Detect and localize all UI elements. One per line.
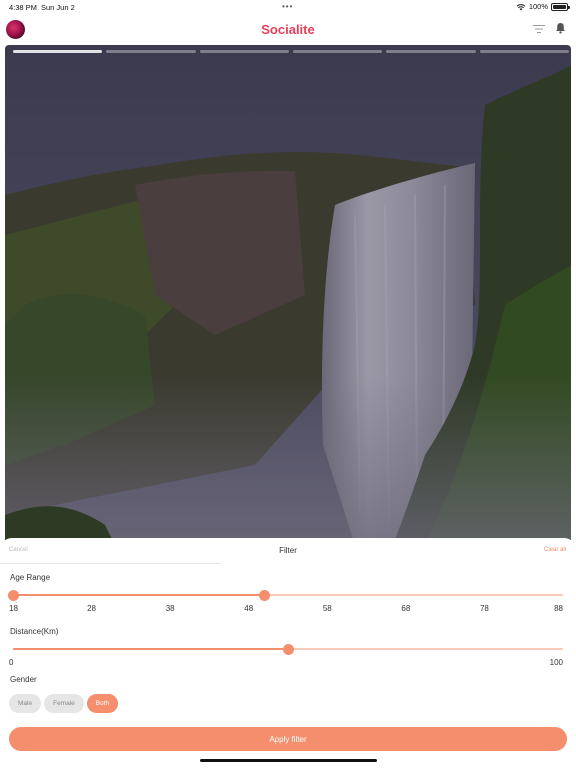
gender-options: Male Female Both (9, 694, 119, 713)
wifi-icon (516, 3, 526, 10)
nav-bar: Socialite (0, 14, 576, 44)
status-bar: 4:38 PM Sun Jun 2 ••• 100% (0, 0, 576, 14)
distance-slider-fill (13, 648, 288, 650)
status-date: Sun Jun 2 (41, 3, 75, 12)
battery-percent: 100% (528, 2, 548, 11)
age-tick-labels: 18 28 38 48 58 68 78 88 (9, 604, 563, 614)
story-progress-segment (479, 50, 569, 53)
status-time: 4:38 PM (9, 3, 37, 12)
age-tick-label: 58 (322, 604, 332, 613)
story-progress-segment (292, 50, 383, 53)
home-indicator (200, 759, 377, 762)
story-progress-segment (199, 50, 289, 53)
age-range-label: Age Range (10, 573, 51, 582)
gender-chip-female[interactable]: Female (44, 694, 84, 713)
age-range-slider[interactable] (8, 589, 563, 601)
story-progress (13, 50, 569, 53)
age-tick-label: 88 (554, 604, 563, 613)
age-tick-label: 68 (401, 604, 411, 613)
bell-icon[interactable] (555, 22, 566, 34)
clear-all-button[interactable]: Clear all (544, 547, 566, 553)
gender-chip-both[interactable]: Both (86, 694, 119, 713)
distance-max-label: 100 (549, 658, 563, 667)
age-tick-label: 38 (165, 604, 175, 613)
distance-min-label: 0 (9, 658, 14, 667)
apply-filter-button[interactable]: Apply filter (9, 727, 567, 751)
distance-handle[interactable] (283, 644, 294, 655)
filter-sheet: Cancel Filter Clear all Age Range 18 28 38… (0, 538, 576, 768)
story-image[interactable] (5, 45, 571, 565)
sheet-title: Filter (279, 546, 297, 555)
age-max-handle[interactable] (259, 590, 271, 601)
age-tick-label: 28 (87, 604, 97, 613)
age-tick-label: 78 (479, 604, 489, 613)
app-title: Socialite (261, 22, 315, 37)
multitasking-dots[interactable]: ••• (282, 2, 293, 11)
story-progress-segment (13, 50, 103, 53)
status-indicators: 100% (516, 2, 570, 11)
waterfall-photo (5, 45, 571, 565)
age-slider-fill (13, 594, 265, 596)
story-progress-segment (386, 50, 476, 53)
gender-label: Gender (10, 675, 37, 684)
distance-label: Distance(Km) (10, 627, 59, 636)
age-tick-label: 18 (9, 604, 18, 613)
story-progress-segment (106, 50, 196, 53)
distance-tick-labels: 0 100 (9, 658, 563, 668)
gender-chip-male[interactable]: Male (9, 694, 42, 713)
age-tick-label: 48 (244, 604, 254, 613)
battery-icon (551, 2, 570, 11)
age-min-handle[interactable] (8, 590, 19, 601)
filter-icon[interactable] (533, 24, 545, 34)
distance-slider[interactable] (13, 643, 563, 655)
divider (0, 563, 220, 564)
